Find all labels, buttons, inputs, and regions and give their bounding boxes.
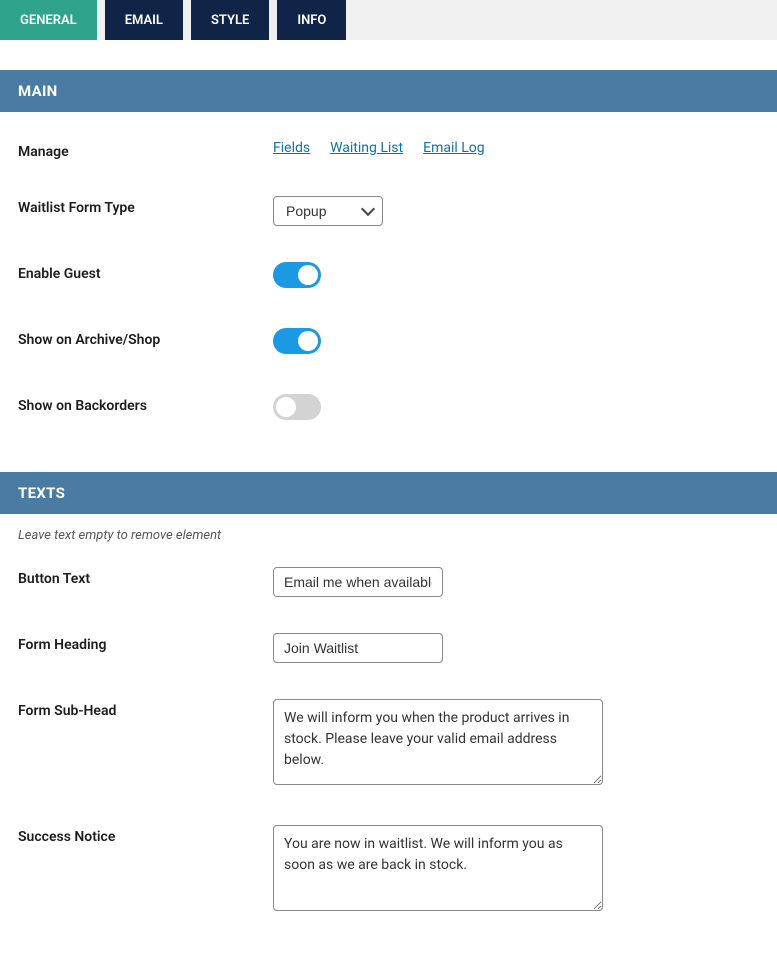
label-enable-guest: Enable Guest [18, 262, 273, 282]
label-success-notice: Success Notice [18, 825, 273, 845]
content-area: MAIN Manage Fields Waiting List Email Lo… [0, 40, 777, 963]
toggle-enable-guest[interactable] [273, 262, 321, 288]
label-button-text: Button Text [18, 567, 273, 587]
row-form-heading: Form Heading [0, 615, 777, 681]
manage-links: Fields Waiting List Email Log [273, 140, 759, 156]
textarea-form-subhead[interactable] [273, 699, 603, 785]
link-email-log[interactable]: Email Log [423, 140, 485, 156]
toggle-show-archive[interactable] [273, 328, 321, 354]
tab-general[interactable]: GENERAL [0, 0, 97, 40]
textarea-success-notice[interactable] [273, 825, 603, 911]
row-enable-guest: Enable Guest [0, 244, 777, 310]
row-button-text: Button Text [0, 549, 777, 615]
link-fields[interactable]: Fields [273, 140, 310, 156]
row-show-backorders: Show on Backorders [0, 376, 777, 442]
select-wrap-form-type: Popup [273, 196, 383, 226]
label-show-archive: Show on Archive/Shop [18, 328, 273, 348]
label-form-type: Waitlist Form Type [18, 196, 273, 216]
row-form-type: Waitlist Form Type Popup [0, 178, 777, 244]
link-waiting-list[interactable]: Waiting List [330, 140, 403, 156]
label-show-backorders: Show on Backorders [18, 394, 273, 414]
row-manage: Manage Fields Waiting List Email Log [0, 122, 777, 178]
tab-bar: GENERAL EMAIL STYLE INFO [0, 0, 777, 40]
label-form-subhead: Form Sub-Head [18, 699, 273, 719]
row-form-subhead: Form Sub-Head [0, 681, 777, 807]
panel-main-body: Manage Fields Waiting List Email Log Wai… [0, 112, 777, 472]
input-button-text[interactable] [273, 567, 443, 597]
label-form-heading: Form Heading [18, 633, 273, 653]
tab-style[interactable]: STYLE [191, 0, 269, 40]
row-show-archive: Show on Archive/Shop [0, 310, 777, 376]
panel-texts-body: Button Text Form Heading Form Sub-Head S… [0, 549, 777, 963]
tab-info[interactable]: INFO [277, 0, 346, 40]
input-form-heading[interactable] [273, 633, 443, 663]
row-success-notice: Success Notice [0, 807, 777, 933]
panel-texts-header: TEXTS [0, 472, 777, 514]
toggle-show-backorders[interactable] [273, 394, 321, 420]
tab-email[interactable]: EMAIL [105, 0, 183, 40]
select-form-type[interactable]: Popup [273, 196, 383, 226]
panel-texts-note: Leave text empty to remove element [0, 514, 777, 549]
label-manage: Manage [18, 140, 273, 160]
panel-main-header: MAIN [0, 70, 777, 112]
